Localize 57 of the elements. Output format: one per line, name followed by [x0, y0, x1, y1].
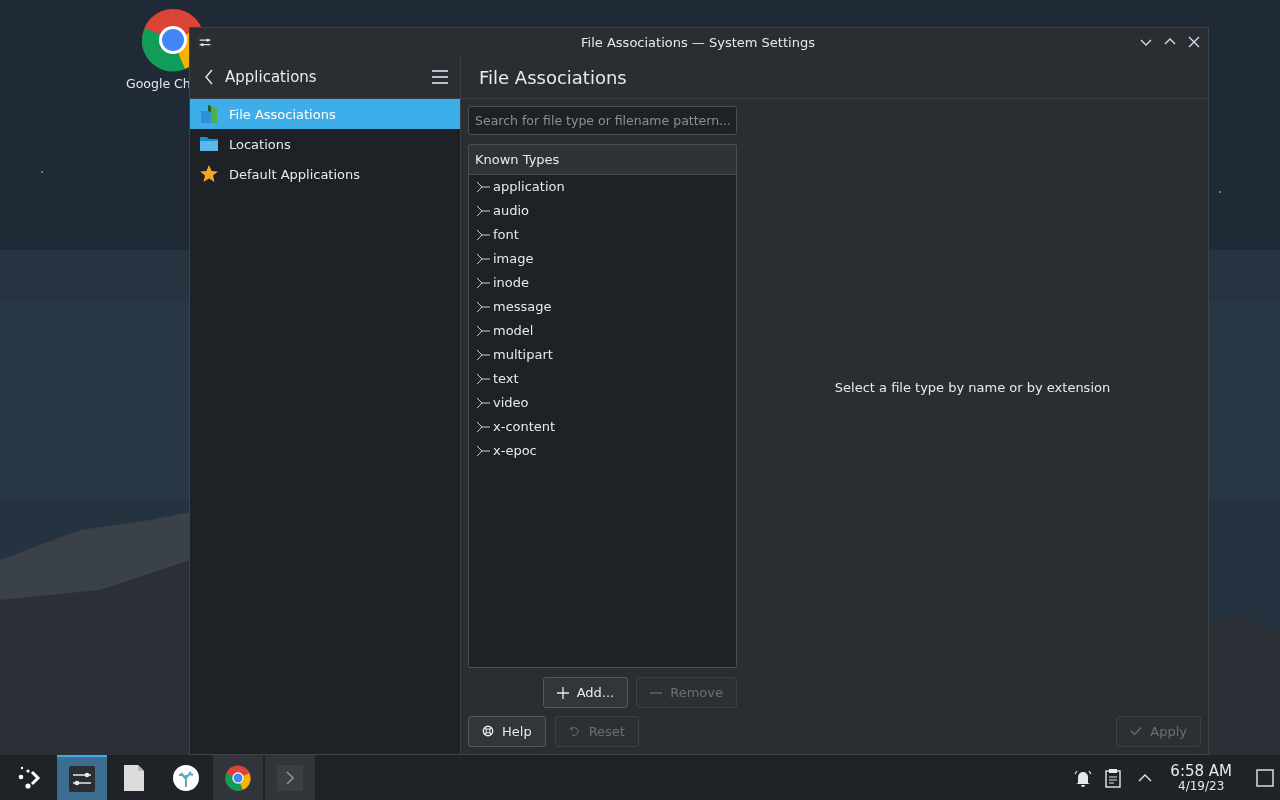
expand-arrow-icon[interactable] — [476, 299, 492, 314]
clock-date[interactable]: 4/19/23 — [1178, 779, 1225, 792]
tree-item[interactable]: image — [493, 251, 534, 267]
add-button[interactable]: Add... — [542, 677, 629, 708]
tree-item[interactable]: text — [493, 371, 519, 387]
undo-icon — [568, 725, 581, 737]
caret-icon[interactable] — [1138, 773, 1153, 782]
tree-item[interactable]: application — [493, 179, 565, 195]
tree-item[interactable]: video — [493, 395, 529, 411]
document-icon — [121, 764, 147, 791]
tree-item[interactable]: inode — [493, 275, 530, 291]
clipboard-icon[interactable] — [1103, 767, 1124, 788]
expand-arrow-icon[interactable] — [476, 179, 492, 194]
tree-item[interactable]: x-epoc — [493, 443, 537, 459]
file-associations-icon — [199, 104, 219, 124]
show-desktop-icon[interactable] — [1255, 767, 1275, 788]
page-title: File Associations — [479, 66, 627, 88]
task-button[interactable] — [213, 755, 263, 800]
search-field[interactable]: Search for file type or filename pattern... — [468, 106, 737, 135]
expand-arrow-icon[interactable] — [476, 371, 492, 386]
tree-item[interactable]: model — [493, 323, 534, 339]
task-button[interactable] — [57, 755, 107, 800]
tree-item[interactable]: multipart — [493, 347, 553, 363]
expand-arrow-icon[interactable] — [476, 419, 492, 434]
coral-icon — [173, 764, 199, 791]
column-header[interactable]: Known Types — [469, 144, 736, 175]
expand-arrow-icon[interactable] — [476, 251, 492, 266]
chevron-icon — [277, 764, 303, 791]
tree-item[interactable]: message — [493, 299, 552, 315]
back-icon[interactable] — [204, 69, 214, 85]
star-icon — [199, 164, 219, 184]
expand-arrow-icon[interactable] — [476, 443, 492, 458]
close-icon[interactable] — [1188, 36, 1200, 48]
chrome-icon — [225, 764, 251, 791]
clock-time[interactable]: 6:58 AM — [1170, 763, 1232, 779]
window-title: File Associations — System Settings — [580, 34, 816, 50]
sidebar-item[interactable]: Locations — [190, 129, 460, 159]
sidebar-item[interactable]: Default Applications — [190, 159, 460, 189]
placeholder-message: Select a file type by name or by extension — [834, 379, 1111, 395]
lifebuoy-icon — [482, 725, 494, 737]
tree-item[interactable]: audio — [493, 203, 530, 219]
tree-item[interactable]: font — [493, 227, 519, 243]
menu-icon[interactable] — [432, 70, 448, 84]
checkmark-icon — [1130, 725, 1143, 737]
sidebar-title: Applications — [225, 68, 317, 86]
expand-arrow-icon[interactable] — [476, 203, 492, 218]
launcher-icon — [17, 764, 43, 791]
folder-icon — [199, 134, 219, 154]
sliders-icon — [69, 765, 95, 792]
expand-arrow-icon[interactable] — [476, 347, 492, 362]
plus-icon — [556, 686, 569, 699]
expand-arrow-icon[interactable] — [476, 395, 492, 410]
expand-arrow-icon[interactable] — [476, 227, 492, 242]
help-button[interactable]: Help — [468, 715, 546, 747]
expand-arrow-icon[interactable] — [476, 275, 492, 290]
expand-arrow-icon[interactable] — [476, 323, 492, 338]
tree-item[interactable]: x-content — [493, 419, 556, 435]
